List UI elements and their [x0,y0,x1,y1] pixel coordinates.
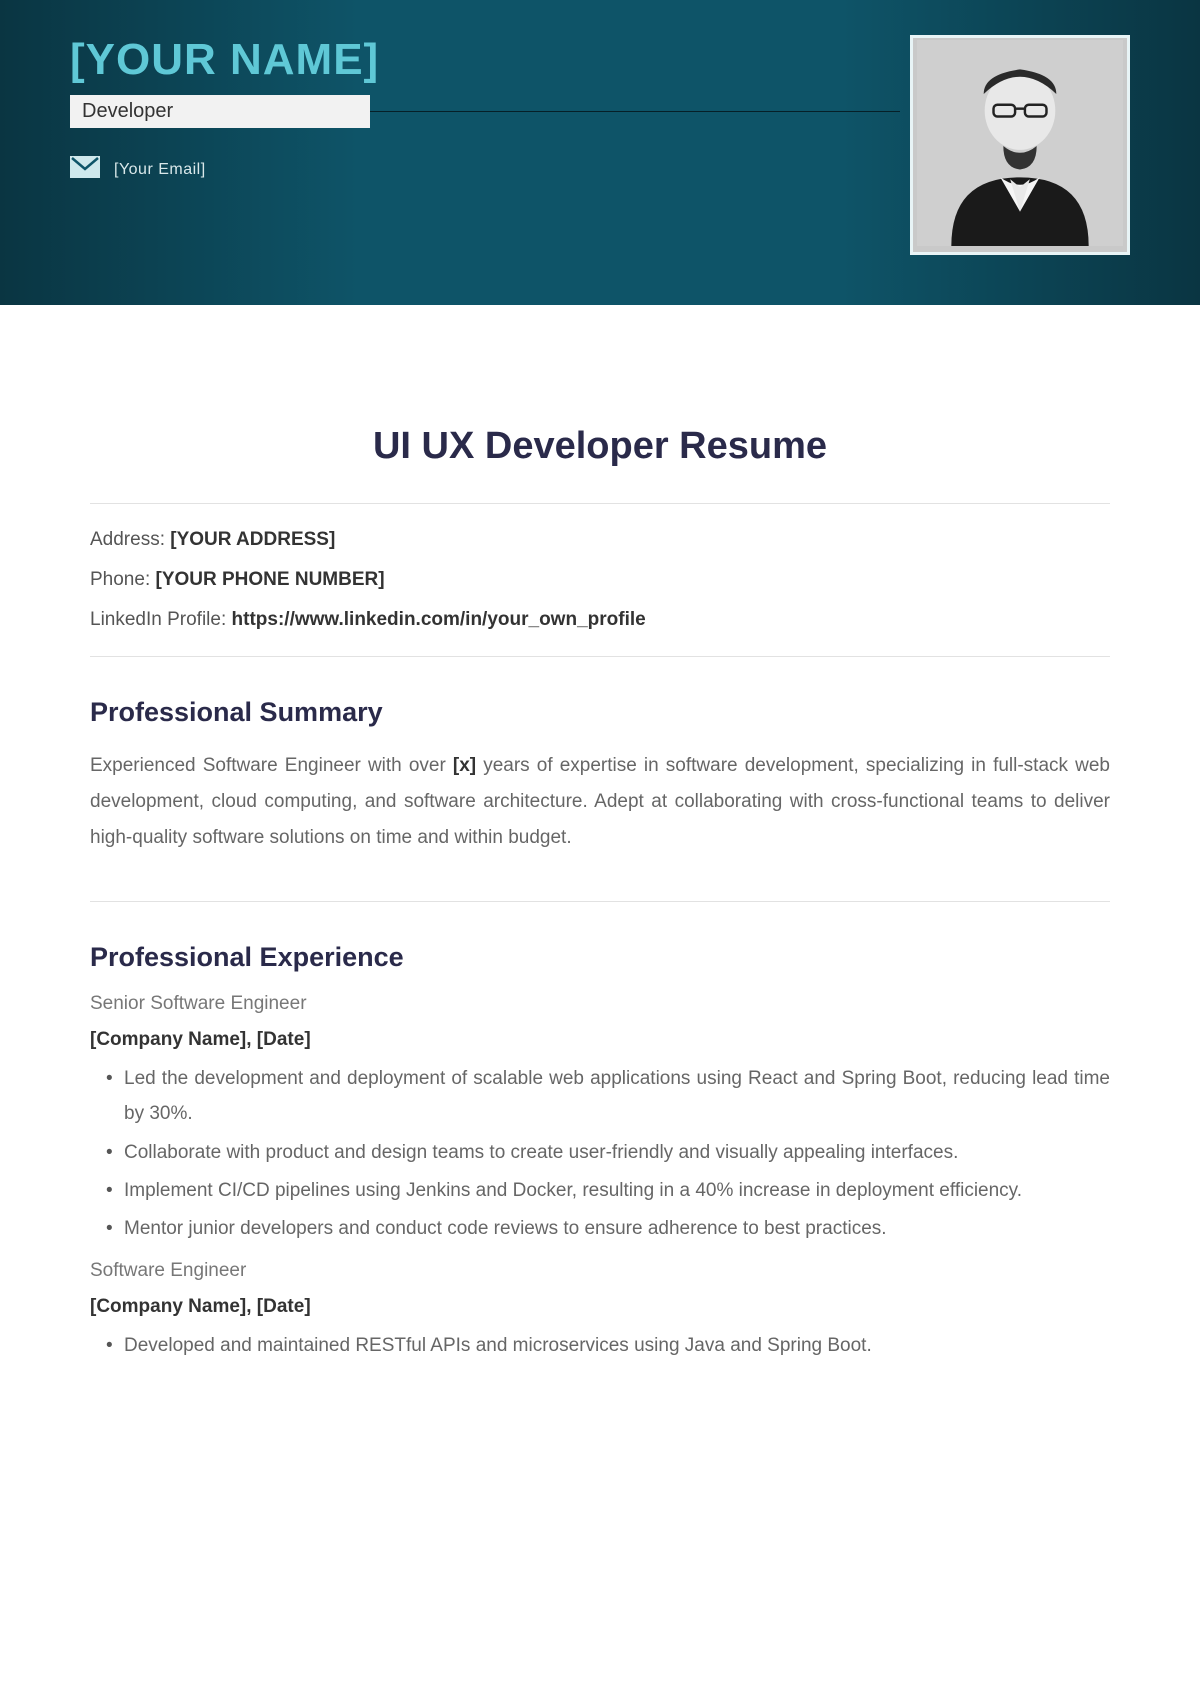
list-item: Led the development and deployment of sc… [110,1061,1110,1131]
job-title: Software Engineer [90,1260,1110,1282]
resume-body: UI UX Developer Resume Address: [YOUR AD… [0,305,1200,1406]
divider [90,656,1110,657]
job-block: Software Engineer [Company Name], [Date]… [90,1260,1110,1363]
job-block: Senior Software Engineer [Company Name],… [90,993,1110,1246]
bullet-list: Developed and maintained RESTful APIs an… [90,1328,1110,1363]
header-left: [YOUR NAME] Developer [Your Email] [70,35,910,183]
address-row: Address: [YOUR ADDRESS] [90,529,1110,551]
divider [90,901,1110,902]
role-row: Developer [70,95,910,128]
summary-body: Experienced Software Engineer with over … [90,748,1110,856]
summary-years: [x] [453,755,476,776]
company-date: [Company Name], [Date] [90,1296,1110,1318]
phone-row: Phone: [YOUR PHONE NUMBER] [90,569,1110,591]
list-item: Developed and maintained RESTful APIs an… [110,1328,1110,1363]
resume-header: [YOUR NAME] Developer [Your Email] [0,0,1200,305]
email-label: [Your Email] [114,161,206,179]
list-item: Mentor junior developers and conduct cod… [110,1211,1110,1246]
linkedin-value: https://www.linkedin.com/in/your_own_pro… [232,609,646,630]
experience-heading: Professional Experience [90,942,1110,973]
phone-value: [YOUR PHONE NUMBER] [156,569,385,590]
linkedin-label: LinkedIn Profile: [90,609,232,630]
company-date: [Company Name], [Date] [90,1029,1110,1051]
address-value: [YOUR ADDRESS] [170,529,335,550]
email-row: [Your Email] [70,156,910,183]
list-item: Collaborate with product and design team… [110,1135,1110,1170]
mail-icon [70,156,100,183]
address-label: Address: [90,529,170,550]
phone-label: Phone: [90,569,156,590]
list-item: Implement CI/CD pipelines using Jenkins … [110,1173,1110,1208]
summary-heading: Professional Summary [90,697,1110,728]
divider-line [370,111,900,112]
document-title: UI UX Developer Resume [90,425,1110,468]
role-label: Developer [70,95,370,128]
job-title: Senior Software Engineer [90,993,1110,1015]
bullet-list: Led the development and deployment of sc… [90,1061,1110,1246]
summary-pre: Experienced Software Engineer with over [90,755,453,776]
profile-photo [910,35,1130,255]
divider [90,503,1110,504]
name-heading: [YOUR NAME] [70,35,910,85]
linkedin-row: LinkedIn Profile: https://www.linkedin.c… [90,609,1110,631]
